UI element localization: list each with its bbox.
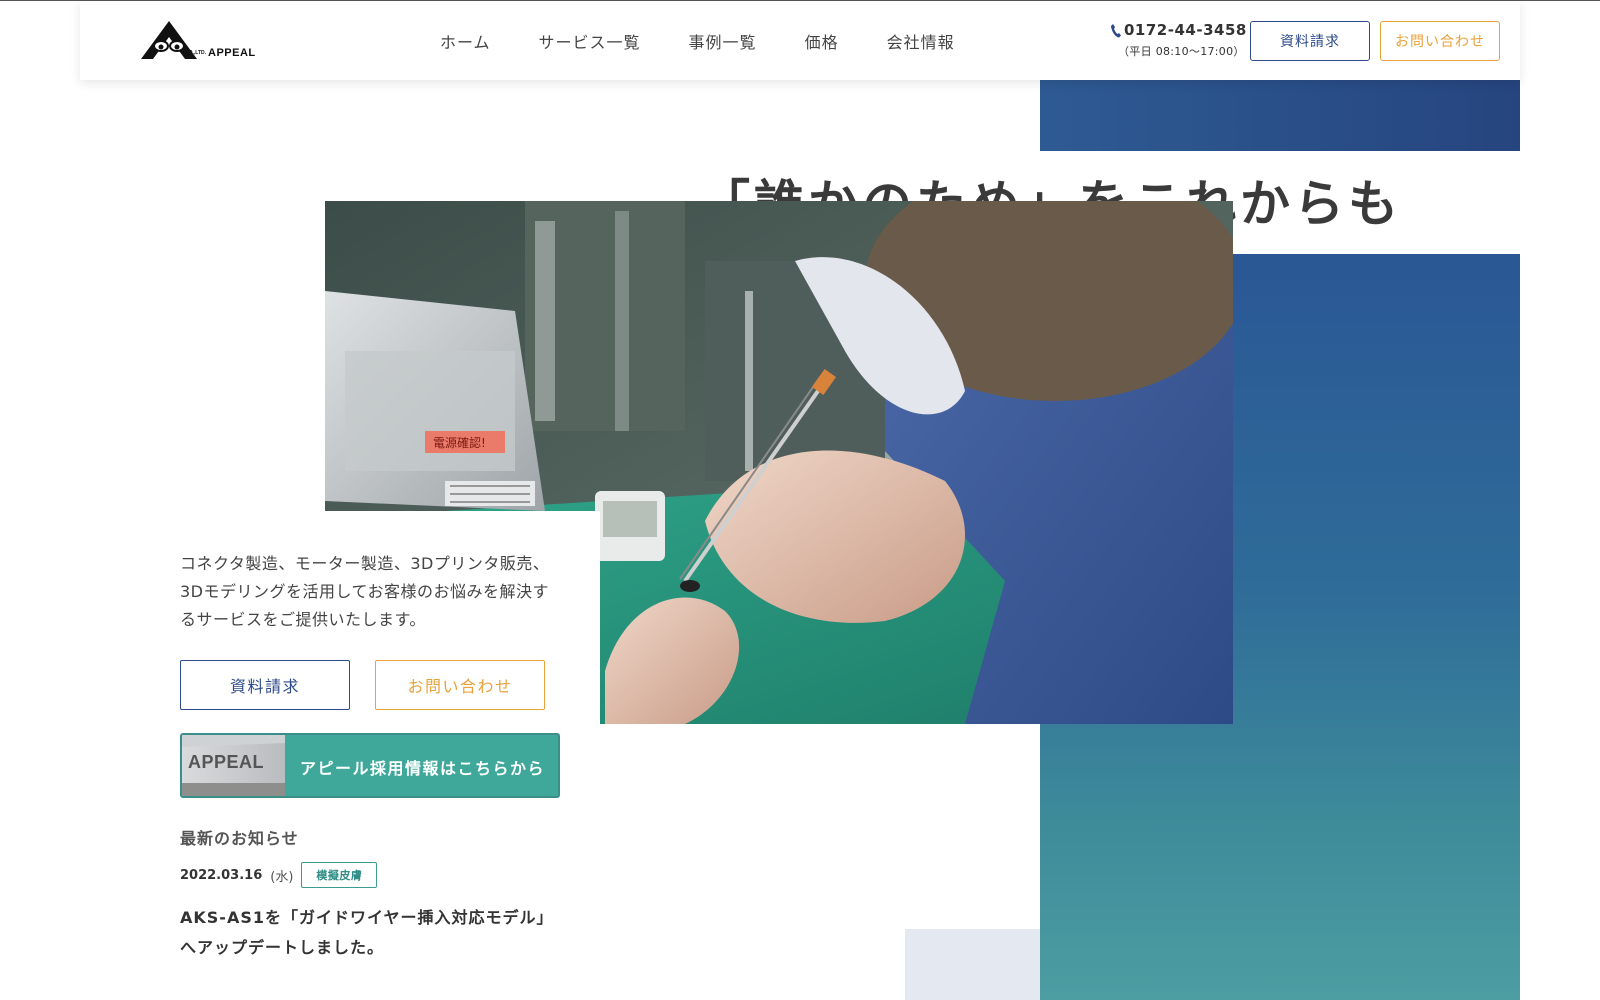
decorative-block: [905, 929, 1040, 1000]
phone-icon: [1111, 23, 1121, 37]
news-weekday: (水): [270, 869, 294, 885]
news-item-meta: 2022.03.16 (水) 模擬皮膚: [180, 862, 378, 888]
recruit-thumb-text: APPEAL: [188, 752, 265, 772]
logo-text: APPEAL: [208, 47, 256, 59]
recruit-banner-label: アピール採用情報はこちらから: [300, 759, 546, 778]
document-request-button[interactable]: 資料請求: [180, 660, 350, 710]
nav-price[interactable]: 価格: [805, 29, 839, 53]
phone-number: 0172-44-3458: [1124, 21, 1247, 39]
site-header: CO.,LTD. APPEAL ホーム サービス一覧 事例一覧 価格 会社情報 …: [80, 1, 1520, 80]
header-contact-button[interactable]: お問い合わせ: [1380, 21, 1500, 61]
news-heading: 最新のお知らせ: [180, 829, 299, 848]
hero-description: コネクタ製造、モーター製造、3Dプリンタ販売、3Dモデリングを活用してお客様のお…: [180, 554, 550, 629]
recruit-thumbnail: APPEAL: [182, 735, 285, 796]
nav-home[interactable]: ホーム: [440, 29, 491, 53]
header-document-request-button[interactable]: 資料請求: [1250, 21, 1370, 61]
nav-cases[interactable]: 事例一覧: [689, 29, 757, 53]
news-title-link[interactable]: AKS-AS1を「ガイドワイヤー挿入対応モデル」へアップデートしました。: [180, 903, 560, 963]
logo-mark-icon: [141, 21, 197, 59]
nav-services[interactable]: サービス一覧: [539, 29, 641, 53]
hero-blue-block: [1040, 80, 1520, 151]
company-logo[interactable]: CO.,LTD. APPEAL: [141, 21, 276, 63]
nav-company[interactable]: 会社情報: [887, 29, 955, 53]
logo-small-text: CO.,LTD.: [185, 50, 207, 56]
recruit-banner[interactable]: APPEAL アピール採用情報はこちらから: [180, 733, 560, 798]
main-nav: ホーム サービス一覧 事例一覧 価格 会社情報: [440, 29, 1003, 53]
news-date: 2022.03.16: [180, 867, 263, 883]
photo-sticker-label: 電源確認!: [433, 435, 486, 450]
business-hours: （平日 08:10〜17:00）: [1118, 45, 1245, 58]
contact-button[interactable]: お問い合わせ: [375, 660, 545, 710]
phone-contact[interactable]: 0172-44-3458 （平日 08:10〜17:00）: [1110, 21, 1258, 59]
news-category-tag[interactable]: 模擬皮膚: [301, 862, 378, 888]
